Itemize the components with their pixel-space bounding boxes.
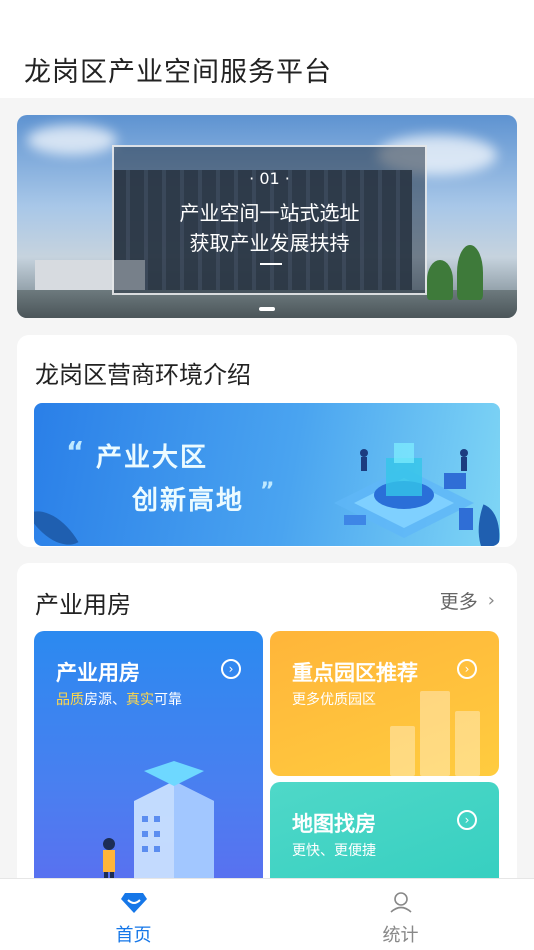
quote-close: ” [260,479,275,504]
top-bar: 龙岗区产业空间服务平台 [0,0,534,98]
tile-subtitle: 更多优质园区 [292,692,376,708]
building-shape [455,711,480,776]
page-title: 龙岗区产业空间服务平台 [24,57,332,88]
tile-title: 重点园区推荐 [292,661,418,685]
tile-subtitle: 更快、更便捷 [292,843,376,859]
slogan-line-2: 创新高地 [132,486,245,516]
subtitle-text: 可靠 [154,692,182,708]
bottom-nav: 首页 统计 [0,878,534,950]
banner-caption-frame: · 01 · 产业空间一站式选址 获取产业发展扶持 [112,145,427,295]
cloud [27,125,117,155]
banner-dash [260,263,282,265]
carousel-indicator [17,307,517,311]
intro-promo-banner[interactable]: “ 产业大区 创新高地 ” [34,403,500,546]
more-link[interactable]: 更多 › [440,587,495,614]
building-illustration [134,761,214,893]
slogan-line-1: 产业大区 [96,443,209,473]
building-shape [390,726,415,776]
subtitle-text: 房源、 [84,692,126,708]
tile-key-park[interactable]: 重点园区推荐 › 更多优质园区 [270,631,499,776]
leaf-decoration [34,498,79,546]
industrial-heading: 产业用房 [35,591,131,619]
isometric-illustration [334,443,474,538]
highlight-text: 品质 [56,692,84,708]
banner-line-2: 获取产业发展扶持 [189,231,350,255]
tile-title: 产业用房 [56,661,140,685]
intro-heading: 龙岗区营商环境介绍 [35,361,251,389]
nav-item-stats[interactable]: 统计 [267,879,534,950]
tile-map-search[interactable]: 地图找房 › 更快、更便捷 [270,782,499,893]
tile-title: 地图找房 [292,812,376,836]
stats-person-icon [389,892,412,913]
nav-label-home: 首页 [115,925,152,946]
quote-open: “ [66,435,85,468]
home-diamond-icon [120,893,147,913]
tree [457,245,483,300]
intro-card: 龙岗区营商环境介绍 “ 产业大区 创新高地 ” [17,335,517,547]
chevron-right-icon: › [487,590,495,611]
arrow-circle-icon: › [457,659,477,679]
nav-label-stats: 统计 [382,925,419,946]
hero-banner[interactable]: · 01 · 产业空间一站式选址 获取产业发展扶持 [17,115,517,318]
more-label: 更多 [439,591,478,613]
arrow-circle-icon: › [457,810,477,830]
carousel-dot-active[interactable] [259,307,275,311]
industrial-card: 产业用房 更多 › 产业用房 › 品质房源、真实可靠 重点园区推荐 › 更多优质… [17,563,517,893]
arrow-circle-icon: › [221,659,241,679]
highlight-text: 真实 [126,692,154,708]
nav-item-home[interactable]: 首页 [0,879,267,950]
tree [427,260,453,300]
building-shape [420,691,450,776]
tile-subtitle: 品质房源、真实可靠 [56,689,182,709]
tile-industrial-housing[interactable]: 产业用房 › 品质房源、真实可靠 [34,631,263,893]
banner-index: · 01 · [249,169,290,188]
banner-line-1: 产业空间一站式选址 [179,201,360,225]
